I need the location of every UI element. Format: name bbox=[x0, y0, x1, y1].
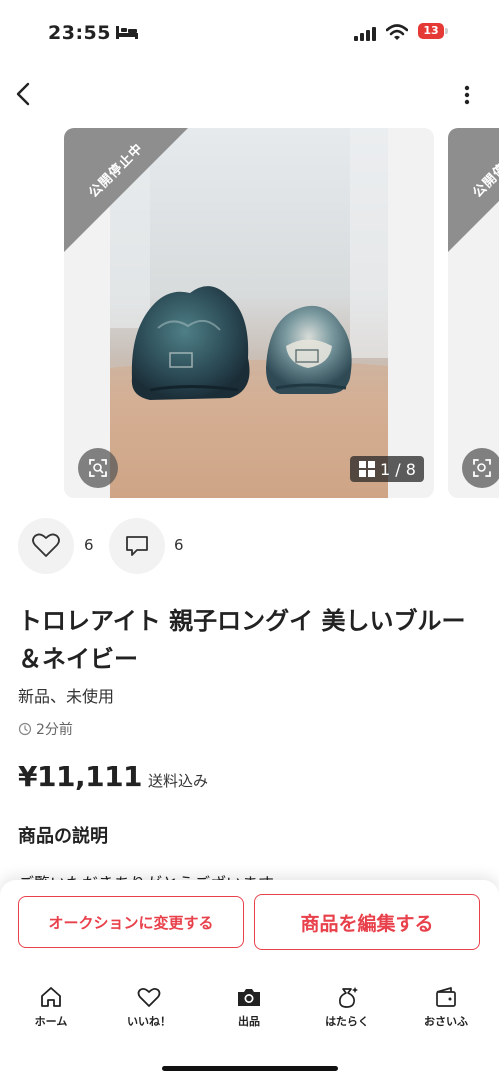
cellular-signal-icon bbox=[354, 27, 376, 41]
comment-count: 6 bbox=[174, 536, 184, 554]
photo-slide[interactable]: 公開停止中 1 / 8 bbox=[64, 128, 434, 498]
price: ¥11,111 bbox=[18, 760, 143, 793]
photo-slide-next[interactable]: 公開停止中 bbox=[448, 128, 499, 498]
scan-icon bbox=[473, 459, 491, 477]
battery-level: 13 bbox=[418, 23, 444, 39]
heart-icon bbox=[137, 987, 161, 1007]
wifi-icon bbox=[386, 24, 408, 40]
grid-icon bbox=[359, 461, 375, 477]
tab-wallet-label: おさいふ bbox=[424, 1015, 468, 1028]
heart-icon bbox=[32, 533, 60, 557]
home-indicator bbox=[162, 1066, 338, 1071]
home-icon bbox=[41, 987, 61, 1007]
status-bar: 23:55 13 bbox=[0, 0, 499, 62]
tab-wallet[interactable]: おさいふ bbox=[401, 985, 491, 1041]
battery-icon: 13 bbox=[418, 23, 448, 41]
more-options-button[interactable] bbox=[455, 82, 479, 108]
posted-time-text: 2分前 bbox=[36, 722, 73, 738]
tab-likes-label: いいね！ bbox=[127, 1015, 171, 1028]
tab-work-label: はたらく bbox=[325, 1015, 369, 1028]
posted-time: 2分前 bbox=[18, 719, 73, 739]
tab-home[interactable]: ホーム bbox=[6, 985, 96, 1041]
edit-item-button[interactable]: 商品を編集する bbox=[254, 894, 480, 950]
camera-icon bbox=[238, 989, 260, 1006]
more-vertical-icon bbox=[464, 85, 470, 105]
tab-bar: ホーム いいね！ 出品 はたらく おさいふ bbox=[0, 985, 499, 1045]
scan-icon bbox=[89, 459, 107, 477]
image-search-button[interactable] bbox=[78, 448, 118, 488]
unpublished-ribbon: 公開停止中 bbox=[448, 128, 499, 252]
money-bag-icon bbox=[339, 987, 358, 1008]
comment-button[interactable] bbox=[109, 518, 165, 574]
sleep-mode-icon bbox=[116, 26, 138, 39]
unpublished-ribbon: 公開停止中 bbox=[64, 128, 188, 252]
photo-counter: 1 / 8 bbox=[350, 456, 424, 482]
tab-home-label: ホーム bbox=[34, 1015, 68, 1028]
comment-icon bbox=[126, 536, 148, 556]
shipping-note: 送料込み bbox=[148, 772, 209, 790]
photo-carousel[interactable]: 公開停止中 1 / 8 公開停止中 bbox=[0, 128, 499, 500]
wallet-icon bbox=[436, 987, 456, 1007]
tab-work[interactable]: はたらく bbox=[302, 985, 392, 1041]
reactions-bar: 6 6 bbox=[18, 518, 318, 574]
photo-counter-text: 1 / 8 bbox=[380, 459, 416, 479]
image-search-button[interactable] bbox=[462, 448, 499, 488]
description-heading: 商品の説明 bbox=[18, 826, 108, 847]
bottom-action-panel: オークションに変更する 商品を編集する ホーム いいね！ 出品 はたらく おさい… bbox=[0, 880, 499, 1080]
like-count: 6 bbox=[84, 536, 94, 554]
change-to-auction-button[interactable]: オークションに変更する bbox=[18, 896, 244, 948]
item-condition: 新品、未使用 bbox=[18, 687, 115, 706]
clock-icon bbox=[18, 722, 32, 736]
price-row: ¥11,111 送料込み bbox=[18, 760, 208, 793]
tab-likes[interactable]: いいね！ bbox=[104, 985, 194, 1041]
tab-sell-label: 出品 bbox=[238, 1015, 260, 1028]
item-title: トロレアイト 親子ロングイ 美しいブルー＆ネイビー bbox=[18, 607, 466, 673]
chevron-left-icon bbox=[16, 82, 30, 106]
status-time: 23:55 bbox=[48, 22, 111, 44]
back-button[interactable] bbox=[10, 80, 38, 108]
like-button[interactable] bbox=[18, 518, 74, 574]
tab-sell[interactable]: 出品 bbox=[204, 985, 294, 1041]
